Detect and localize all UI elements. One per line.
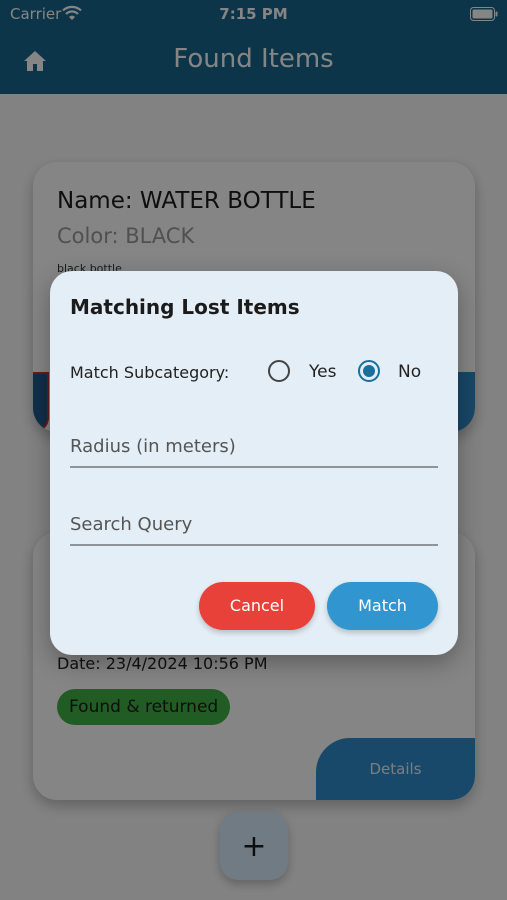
radio-yes-label[interactable]: Yes [309,362,336,382]
radio-no[interactable] [358,360,380,382]
match-button[interactable]: Match [327,582,438,630]
radius-field[interactable] [70,426,438,468]
dialog-title: Matching Lost Items [70,295,300,319]
radio-yes[interactable] [268,360,290,382]
search-query-input[interactable] [70,504,438,544]
radius-input[interactable] [70,426,438,466]
matching-dialog: Matching Lost Items Match Subcategory: Y… [50,271,458,655]
radio-no-label[interactable]: No [398,362,421,382]
cancel-button[interactable]: Cancel [199,582,315,630]
radio-selected-dot [363,365,375,377]
match-subcategory-label: Match Subcategory: [70,363,230,382]
search-query-field[interactable] [70,504,438,546]
